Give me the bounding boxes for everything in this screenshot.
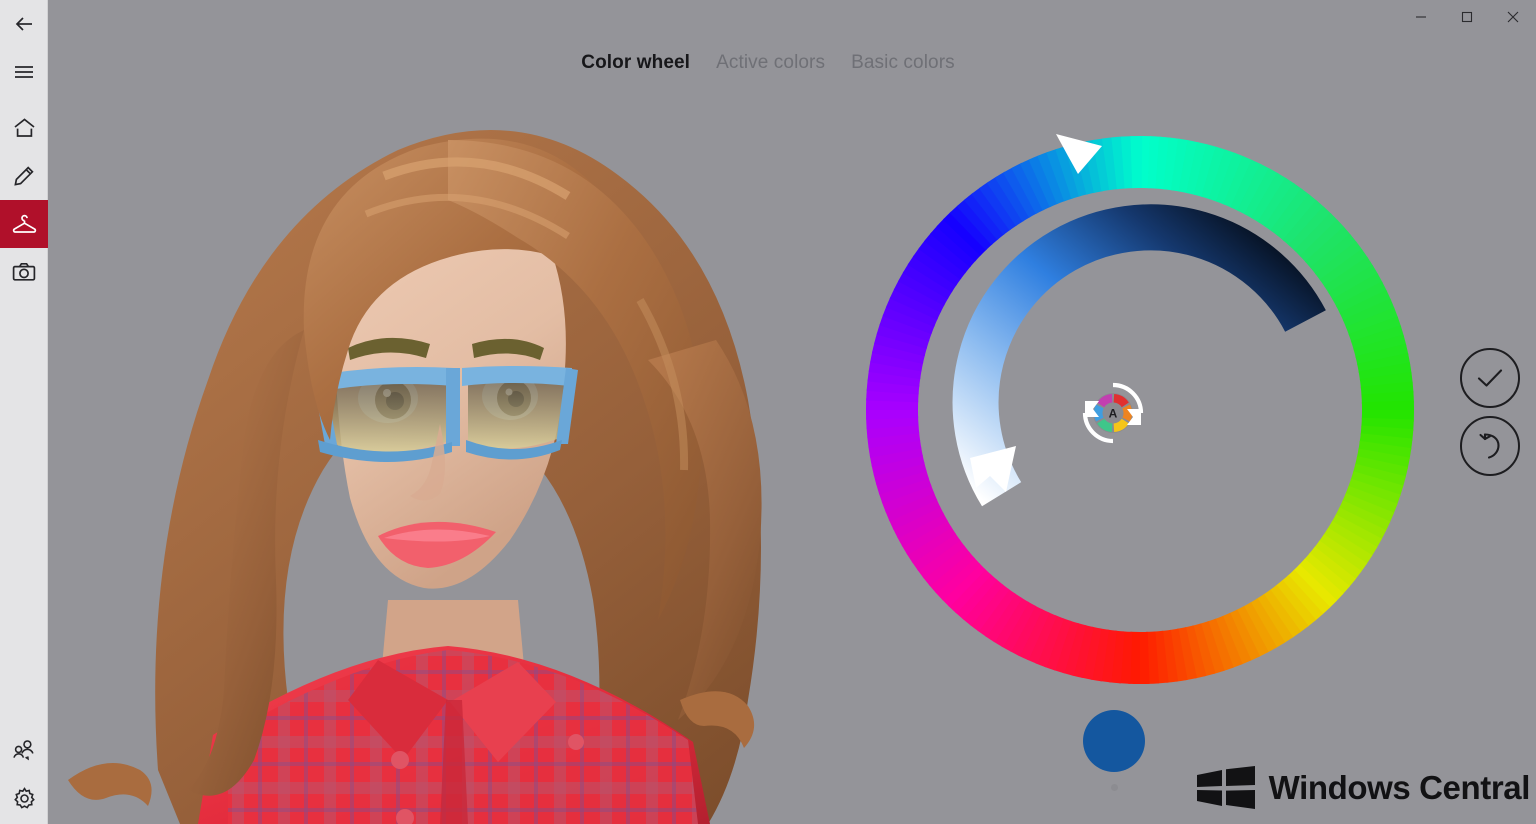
tab-active-colors[interactable]: Active colors (716, 52, 825, 74)
tab-basic-colors[interactable]: Basic colors (851, 52, 955, 74)
minimize-icon (1415, 11, 1427, 23)
maximize-button[interactable] (1444, 0, 1490, 34)
sidebar-item-edit[interactable] (0, 152, 48, 200)
selected-color-area[interactable] (1069, 710, 1159, 791)
windows-logo-icon (1195, 766, 1257, 810)
sidebar-item-menu[interactable] (0, 48, 48, 96)
undo-icon (1476, 432, 1504, 460)
window-controls[interactable] (1398, 0, 1536, 34)
selected-color-swatch[interactable] (1083, 710, 1145, 772)
home-icon (13, 117, 36, 139)
avatar-button (391, 751, 409, 769)
watermark-text: Windows Central (1269, 769, 1530, 807)
people-icon (12, 739, 36, 761)
minimize-button[interactable] (1398, 0, 1444, 34)
avatar-button (568, 734, 584, 750)
action-buttons[interactable] (1460, 348, 1524, 476)
maximize-icon (1461, 11, 1473, 23)
avatar-hair-tip-left (68, 763, 152, 806)
camera-icon (12, 261, 36, 283)
sidebar-item-wardrobe[interactable] (0, 200, 48, 248)
hamburger-icon (13, 63, 35, 81)
tab-bar[interactable]: Color wheel Active colors Basic colors (0, 52, 1536, 74)
watermark: Windows Central (1195, 760, 1530, 816)
sidebar-item-home[interactable] (0, 104, 48, 152)
undo-button[interactable] (1460, 416, 1520, 476)
auto-letter: A (1109, 407, 1118, 421)
pencil-icon (13, 165, 35, 187)
back-arrow-icon (13, 13, 35, 35)
hanger-icon (12, 213, 37, 235)
sidebar-item-friends[interactable] (0, 726, 48, 774)
close-button[interactable] (1490, 0, 1536, 34)
confirm-button[interactable] (1460, 348, 1520, 408)
pager-dot[interactable] (1111, 784, 1118, 791)
reset-colors-button[interactable]: A (1079, 379, 1147, 447)
swatch-pager[interactable] (1111, 784, 1118, 791)
sidebar-item-camera[interactable] (0, 248, 48, 296)
sidebar-item-back[interactable] (0, 0, 48, 48)
avatar-glasses (312, 366, 578, 462)
avatar-render (48, 0, 868, 824)
check-icon (1475, 365, 1505, 391)
gear-icon (13, 787, 36, 810)
avatar-preview[interactable] (48, 0, 868, 824)
shade-arc[interactable] (976, 227, 1306, 494)
tab-color-wheel[interactable]: Color wheel (581, 52, 690, 74)
hue-segment[interactable] (1130, 136, 1142, 188)
sidebar[interactable] (0, 0, 48, 824)
sidebar-item-settings[interactable] (0, 774, 48, 822)
close-icon (1507, 11, 1519, 23)
